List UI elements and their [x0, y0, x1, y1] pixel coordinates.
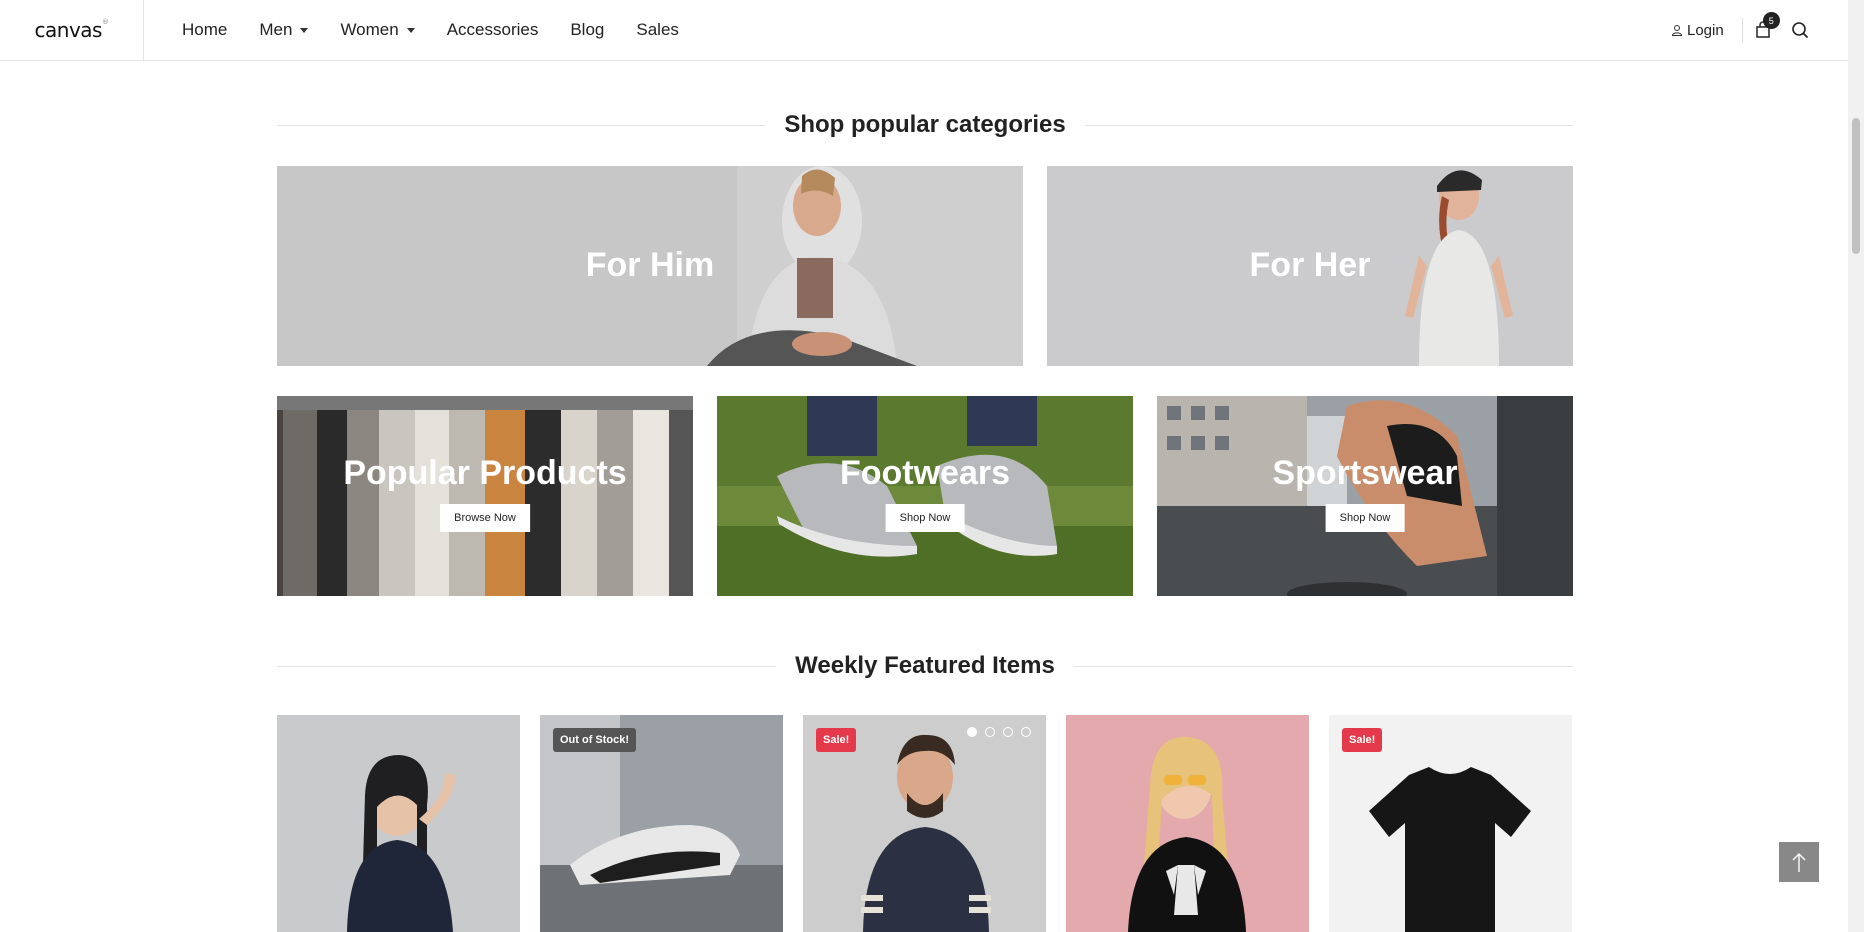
product-card[interactable]: Out of Stock!	[540, 715, 783, 932]
footwears-label: Footwears	[839, 454, 1011, 492]
logo-link[interactable]: canvas®	[0, 0, 144, 60]
caret-down-icon	[300, 27, 309, 33]
cart-count-badge: 5	[1762, 12, 1780, 29]
nav-sales-label: Sales	[636, 20, 679, 39]
page-scrollbar[interactable]	[1848, 0, 1864, 932]
featured-section-title: Weekly Featured Items	[795, 652, 1055, 679]
cart-button[interactable]: 5	[1755, 12, 1780, 39]
divider-line	[277, 665, 777, 667]
for-her-label: For Her	[1249, 246, 1371, 284]
popular-products-image	[277, 396, 693, 596]
carousel-dot[interactable]	[985, 727, 995, 737]
product-card[interactable]: Sale!	[803, 715, 1046, 932]
category-for-her[interactable]: For Her	[1047, 166, 1573, 366]
category-for-him[interactable]: For Him	[277, 166, 1023, 366]
nav-men[interactable]: Men	[259, 20, 309, 40]
category-sportswear[interactable]: Sportswear Shop Now	[1157, 396, 1573, 596]
nav-sales[interactable]: Sales	[636, 20, 679, 40]
category-footwears[interactable]: Footwears Shop Now	[717, 396, 1133, 596]
back-to-top-button[interactable]	[1779, 842, 1819, 882]
popular-products-label: Popular Products	[343, 454, 627, 492]
nav-accessories-label: Accessories	[446, 20, 539, 39]
nav-accessories[interactable]: Accessories	[447, 20, 539, 40]
logo-text: canvas	[34, 18, 103, 42]
search-icon	[1791, 22, 1808, 39]
out-of-stock-badge: Out of Stock!	[553, 728, 637, 752]
divider-line	[1073, 665, 1574, 667]
nav-men-label: Men	[259, 20, 293, 39]
nav-home-label: Home	[182, 20, 228, 39]
sportswear-label: Sportswear	[1272, 454, 1458, 492]
footwears-shop-now-button[interactable]: Shop Now	[885, 504, 965, 532]
nav-women-label: Women	[340, 20, 399, 39]
caret-down-icon	[406, 27, 415, 33]
featured-section-header: Weekly Featured Items	[277, 651, 1574, 681]
product-image	[277, 715, 520, 932]
nav-home[interactable]: Home	[182, 20, 227, 40]
product-card[interactable]	[277, 715, 520, 932]
sportswear-image	[1157, 396, 1573, 596]
carousel-dot[interactable]	[967, 727, 977, 737]
site-header: canvas® Home Men Women Accessories Blog …	[0, 0, 1848, 61]
carousel-dot[interactable]	[1021, 727, 1031, 737]
logo-mark: ®	[101, 18, 109, 26]
nav-blog-label: Blog	[570, 20, 605, 39]
nav-women[interactable]: Women	[340, 20, 415, 40]
category-popular-products[interactable]: Popular Products Browse Now	[277, 396, 693, 596]
login-link[interactable]: Login	[1671, 22, 1724, 39]
product-card[interactable]	[1066, 715, 1309, 932]
user-icon	[1671, 25, 1683, 36]
categories-section-header: Shop popular categories	[277, 110, 1574, 140]
browse-now-button[interactable]: Browse Now	[440, 504, 530, 532]
tools-divider	[1741, 18, 1743, 42]
sale-badge: Sale!	[1342, 728, 1383, 752]
login-label: Login	[1687, 21, 1724, 39]
for-him-label: For Him	[585, 246, 715, 284]
product-card[interactable]: Sale!	[1329, 715, 1572, 932]
search-button[interactable]	[1791, 21, 1809, 39]
footwears-image	[717, 396, 1133, 596]
header-tools: Login 5	[1671, 0, 1809, 60]
nav-blog[interactable]: Blog	[570, 20, 604, 40]
arrow-up-icon	[1792, 853, 1806, 872]
scrollbar-thumb[interactable]	[1852, 118, 1860, 254]
product-image	[1066, 715, 1309, 932]
page: canvas® Home Men Women Accessories Blog …	[0, 0, 1864, 932]
divider-line	[277, 124, 766, 126]
sale-badge: Sale!	[816, 728, 857, 752]
carousel-dot[interactable]	[1003, 727, 1013, 737]
main-nav: Home Men Women Accessories Blog Sales	[182, 0, 711, 60]
logo: canvas®	[35, 18, 109, 42]
categories-section-title: Shop popular categories	[784, 111, 1066, 138]
carousel-dots	[967, 727, 1031, 737]
divider-line	[1084, 124, 1574, 126]
sportswear-shop-now-button[interactable]: Shop Now	[1325, 504, 1405, 532]
